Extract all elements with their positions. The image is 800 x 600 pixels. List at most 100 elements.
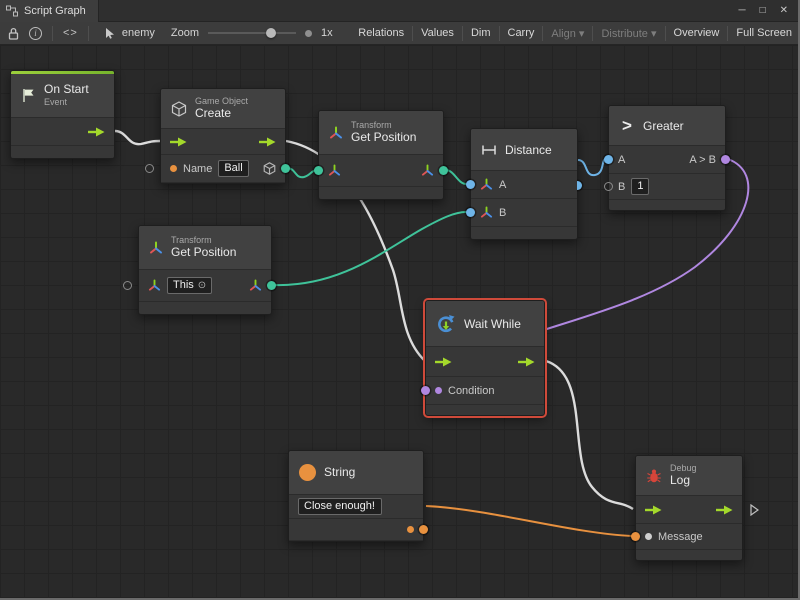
flag-icon xyxy=(21,88,36,103)
target-input[interactable]: This ⊙ xyxy=(167,277,212,294)
align-button[interactable]: Align ▾ xyxy=(545,27,590,40)
lock-icon[interactable] xyxy=(8,27,19,40)
distribute-label: Distribute xyxy=(601,28,647,40)
node-string[interactable]: String Close enough! xyxy=(288,450,424,542)
unconnected-flow-indicator[interactable] xyxy=(750,504,759,516)
node-footer xyxy=(471,227,577,239)
wait-while-icon xyxy=(436,314,456,334)
output-label: A > B xyxy=(689,154,716,166)
object-picker-icon[interactable]: ⊙ xyxy=(198,280,206,292)
unconnected-input-port[interactable] xyxy=(123,281,132,290)
toolbar-separator xyxy=(727,26,728,41)
dim-button[interactable]: Dim xyxy=(465,27,497,39)
input-a-port[interactable] xyxy=(604,155,613,164)
transform-input-port[interactable] xyxy=(314,166,323,175)
condition-input-port[interactable] xyxy=(421,386,430,395)
distribute-button[interactable]: Distribute ▾ xyxy=(595,27,662,40)
transform-icon xyxy=(328,164,341,177)
node-get-position-1[interactable]: Transform Get Position xyxy=(318,110,444,200)
vector-icon xyxy=(480,206,493,219)
message-input-port[interactable] xyxy=(631,532,640,541)
node-header: Wait While xyxy=(426,301,544,347)
name-input[interactable]: Ball xyxy=(218,160,248,177)
wire-flow-onstart-create[interactable] xyxy=(115,131,160,144)
b-value-input[interactable]: 1 xyxy=(631,178,649,195)
string-type-dot xyxy=(170,165,177,172)
window-controls: ─ □ ✕ xyxy=(738,0,798,22)
greater-icon: > xyxy=(619,116,635,136)
node-title: Greater xyxy=(643,119,684,133)
string-icon xyxy=(299,464,316,481)
zoom-slider[interactable] xyxy=(208,27,296,39)
toolbar-separator xyxy=(52,26,53,41)
info-icon[interactable]: i xyxy=(29,27,42,40)
node-create[interactable]: Game Object Create Name Ball xyxy=(160,88,286,184)
relations-button[interactable]: Relations xyxy=(352,27,410,39)
vector-icon xyxy=(249,279,262,292)
wire-getposition2-distance-b[interactable] xyxy=(274,212,466,285)
code-view-icon[interactable]: <> xyxy=(63,27,78,39)
fullscreen-button[interactable]: Full Screen xyxy=(730,27,798,39)
string-value-input[interactable]: Close enough! xyxy=(298,498,382,515)
node-header: String xyxy=(289,451,423,495)
tab-title: Script Graph xyxy=(24,5,86,17)
string-output-port[interactable] xyxy=(419,525,428,534)
zoom-slider-handle[interactable] xyxy=(266,28,276,38)
flow-in-port[interactable] xyxy=(170,137,187,147)
node-on-start[interactable]: On Start Event xyxy=(10,70,115,159)
node-distance[interactable]: Distance A B xyxy=(470,128,578,240)
zoom-slider-track xyxy=(208,32,296,34)
flow-in-port[interactable] xyxy=(645,505,662,515)
node-header: > Greater xyxy=(609,106,725,146)
graph-canvas[interactable]: On Start Event Game Object xyxy=(0,45,798,600)
transform-icon xyxy=(148,279,161,292)
node-wait-while[interactable]: Wait While Condition xyxy=(425,300,545,416)
game-object-output-port[interactable] xyxy=(281,164,290,173)
node-footer xyxy=(636,550,742,560)
wire-flow-waitwhile-log[interactable] xyxy=(546,361,633,509)
tab-script-graph[interactable]: Script Graph xyxy=(0,0,99,22)
flow-in-port[interactable] xyxy=(435,357,452,367)
carry-button[interactable]: Carry xyxy=(502,27,541,39)
cube-icon xyxy=(171,101,187,117)
align-label: Align xyxy=(551,28,575,40)
result-output-port[interactable] xyxy=(721,155,730,164)
values-button[interactable]: Values xyxy=(415,27,460,39)
node-footer xyxy=(139,302,271,314)
zoom-value: 1x xyxy=(321,27,333,39)
input-a-label: A xyxy=(499,179,506,191)
zoom-indicator-dot[interactable] xyxy=(305,30,312,37)
wire-getposition1-distance-a[interactable] xyxy=(446,170,466,184)
wire-string-log-message[interactable] xyxy=(426,506,632,536)
input-b-port[interactable] xyxy=(466,208,475,217)
node-title: On Start xyxy=(44,83,89,97)
wire-distance-greater-a[interactable] xyxy=(578,159,606,175)
position-output-port[interactable] xyxy=(267,281,276,290)
unconnected-input-port[interactable] xyxy=(145,164,154,173)
node-title: Log xyxy=(670,474,697,488)
transform-icon xyxy=(329,126,343,140)
node-log[interactable]: Debug Log Message xyxy=(635,455,743,561)
name-port-label: Name xyxy=(183,163,212,175)
input-b-port[interactable] xyxy=(604,182,613,191)
close-button[interactable]: ✕ xyxy=(780,0,788,22)
flow-out-port[interactable] xyxy=(518,357,535,367)
condition-label: Condition xyxy=(448,385,494,397)
position-output-port[interactable] xyxy=(439,166,448,175)
flow-out-port[interactable] xyxy=(88,127,105,137)
maximize-button[interactable]: □ xyxy=(760,0,766,22)
input-a-port[interactable] xyxy=(466,180,475,189)
vector-icon xyxy=(480,178,493,191)
flow-out-port[interactable] xyxy=(259,137,276,147)
input-b-label: B xyxy=(499,207,506,219)
cursor-icon xyxy=(105,28,115,39)
node-get-position-2[interactable]: Transform Get Position This ⊙ xyxy=(138,225,272,315)
minimize-button[interactable]: ─ xyxy=(738,0,745,22)
overview-button[interactable]: Overview xyxy=(668,27,726,39)
flow-out-port[interactable] xyxy=(716,505,733,515)
node-header: Transform Get Position xyxy=(139,226,271,270)
graph-toolbar: i <> enemy Zoom 1x Relations Values Di xyxy=(0,22,798,45)
node-greater[interactable]: > Greater A A > B B 1 xyxy=(608,105,726,211)
vector-icon xyxy=(421,164,434,177)
distance-icon xyxy=(481,144,497,156)
